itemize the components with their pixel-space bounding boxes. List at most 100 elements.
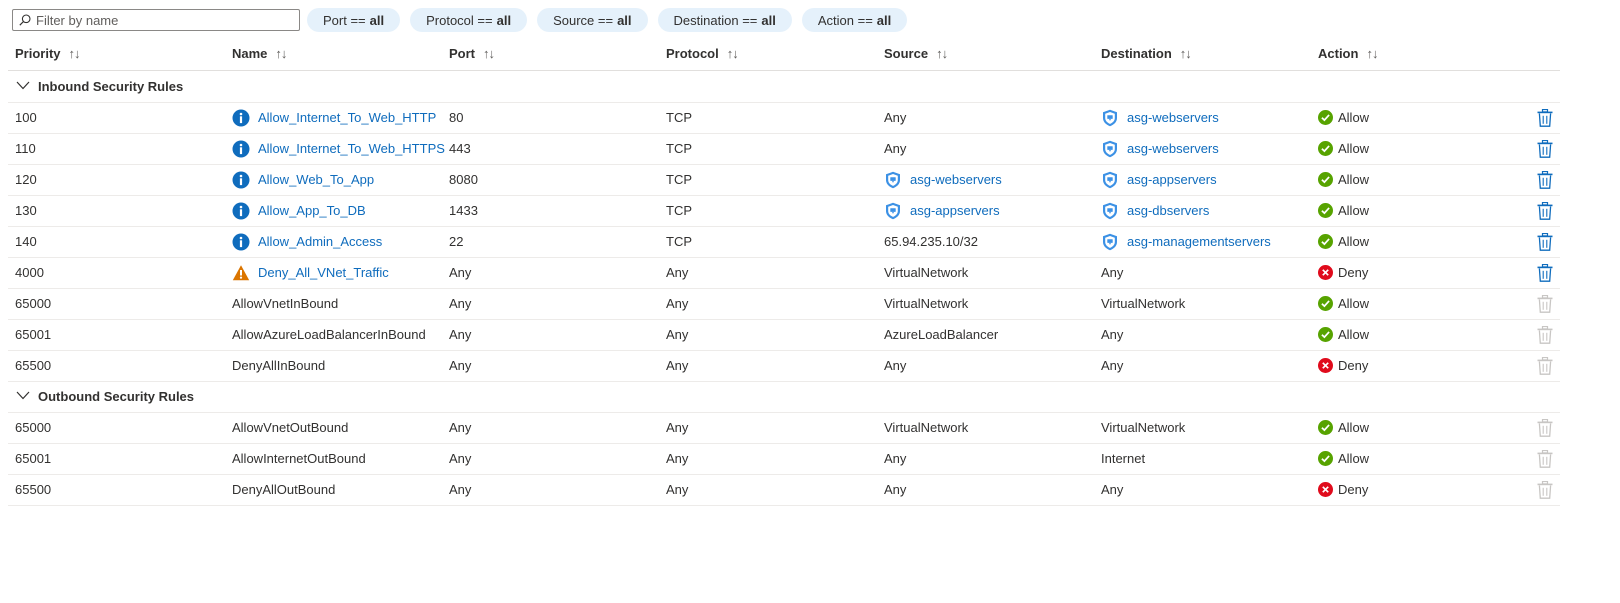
- group-header-outbound[interactable]: Outbound Security Rules: [8, 381, 1560, 413]
- warning-icon[interactable]: [232, 264, 250, 282]
- destination-value: VirtualNetwork: [1101, 296, 1186, 311]
- destination-asg-link[interactable]: asg-webservers: [1127, 141, 1219, 156]
- info-icon[interactable]: [232, 202, 250, 220]
- table-row[interactable]: 65001 AllowAzureLoadBalancerInBound Any Any…: [8, 319, 1560, 351]
- destination-asg-link[interactable]: asg-webservers: [1127, 110, 1219, 125]
- pill-label: Destination ==: [673, 12, 758, 28]
- sort-icon[interactable]: ↑↓: [1366, 46, 1378, 61]
- destination-cell: VirtualNetwork: [1101, 288, 1185, 319]
- source-cell: Any: [884, 102, 906, 133]
- protocol-filter-pill[interactable]: Protocol == all: [410, 8, 528, 32]
- destination-asg-link[interactable]: asg-managementservers: [1127, 234, 1271, 249]
- filter-search-box[interactable]: [12, 9, 300, 31]
- source-cell: asg-webservers: [884, 164, 1002, 195]
- rule-name-link[interactable]: Allow_Admin_Access: [258, 234, 382, 249]
- trash-icon[interactable]: [1537, 263, 1553, 282]
- trash-icon[interactable]: [1537, 232, 1553, 251]
- table-row[interactable]: 65001 AllowInternetOutBound Any Any Any Inter…: [8, 443, 1560, 475]
- trash-icon[interactable]: [1537, 170, 1553, 189]
- sort-icon[interactable]: ↑↓: [275, 46, 287, 61]
- priority-value: 65500: [15, 358, 52, 373]
- filter-by-name-input[interactable]: [36, 12, 286, 28]
- source-asg-link[interactable]: asg-webservers: [910, 172, 1002, 187]
- sort-icon[interactable]: ↑↓: [483, 46, 495, 61]
- delete-rule-button[interactable]: [1537, 102, 1553, 133]
- destination-cell: asg-managementservers: [1101, 226, 1271, 257]
- rule-name-link[interactable]: Allow_Internet_To_Web_HTTPS: [258, 141, 445, 156]
- sort-icon[interactable]: ↑↓: [727, 46, 739, 61]
- priority-cell: 65001: [15, 319, 51, 350]
- source-asg-link[interactable]: asg-appservers: [910, 203, 1000, 218]
- table-row[interactable]: 65000 AllowVnetInBound Any Any VirtualNetwor…: [8, 288, 1560, 320]
- asg-shield-icon: [1101, 233, 1119, 251]
- column-header-priority[interactable]: Priority ↑↓: [15, 37, 81, 70]
- column-header-port[interactable]: Port ↑↓: [449, 37, 495, 70]
- rule-name: AllowInternetOutBound: [232, 451, 366, 466]
- delete-rule-button[interactable]: [1537, 195, 1553, 226]
- column-header-source[interactable]: Source ↑↓: [884, 37, 948, 70]
- source-value: VirtualNetwork: [884, 296, 969, 311]
- table-row[interactable]: 130 Allow_App_To_DB 1433 TCP asg-appservers a…: [8, 195, 1560, 227]
- table-row[interactable]: 100 Allow_Internet_To_Web_HTTP 80 TCP Any asg…: [8, 102, 1560, 134]
- sort-icon[interactable]: ↑↓: [1180, 46, 1192, 61]
- trash-icon: [1537, 480, 1553, 499]
- port-cell: Any: [449, 288, 471, 319]
- protocol-cell: TCP: [666, 226, 692, 257]
- column-header-name[interactable]: Name ↑↓: [232, 37, 287, 70]
- port-value: Any: [449, 265, 472, 280]
- delete-rule-button[interactable]: [1537, 226, 1553, 257]
- info-icon[interactable]: [232, 233, 250, 251]
- table-row[interactable]: 65500 DenyAllOutBound Any Any Any Any Deny: [8, 474, 1560, 506]
- info-icon[interactable]: [232, 140, 250, 158]
- destination-cell: asg-webservers: [1101, 133, 1219, 164]
- table-row[interactable]: 120 Allow_Web_To_App 8080 TCP asg-webservers…: [8, 164, 1560, 196]
- sort-icon[interactable]: ↑↓: [936, 46, 948, 61]
- sort-icon[interactable]: ↑↓: [69, 46, 81, 61]
- pill-value: all: [369, 12, 385, 28]
- trash-icon[interactable]: [1537, 139, 1553, 158]
- name-cell: DenyAllInBound: [232, 350, 325, 381]
- protocol-cell: Any: [666, 350, 688, 381]
- port-cell: Any: [449, 257, 471, 288]
- destination-filter-pill[interactable]: Destination == all: [657, 8, 792, 32]
- port-filter-pill[interactable]: Port == all: [307, 8, 401, 32]
- port-cell: Any: [449, 350, 471, 381]
- column-header-destination[interactable]: Destination ↑↓: [1101, 37, 1192, 70]
- info-icon[interactable]: [232, 171, 250, 189]
- table-row[interactable]: 110 Allow_Internet_To_Web_HTTPS 443 TCP Any a…: [8, 133, 1560, 165]
- priority-value: 4000: [15, 265, 44, 280]
- delete-rule-button[interactable]: [1537, 133, 1553, 164]
- rule-name-link[interactable]: Allow_Internet_To_Web_HTTP: [258, 110, 436, 125]
- destination-asg-link[interactable]: asg-appservers: [1127, 172, 1217, 187]
- rule-name-link[interactable]: Deny_All_VNet_Traffic: [258, 265, 389, 280]
- trash-icon[interactable]: [1537, 201, 1553, 220]
- port-value: Any: [449, 327, 472, 342]
- source-cell: Any: [884, 350, 906, 381]
- group-header-inbound[interactable]: Inbound Security Rules: [8, 71, 1560, 103]
- destination-asg-link[interactable]: asg-dbservers: [1127, 203, 1209, 218]
- source-cell: 65.94.235.10/32: [884, 226, 978, 257]
- info-icon[interactable]: [232, 109, 250, 127]
- column-header-action[interactable]: Action ↑↓: [1318, 37, 1378, 70]
- rule-name-link[interactable]: Allow_App_To_DB: [258, 203, 366, 218]
- action-filter-pill[interactable]: Action == all: [801, 8, 908, 32]
- rule-name-link[interactable]: Allow_Web_To_App: [258, 172, 374, 187]
- table-row[interactable]: 65000 AllowVnetOutBound Any Any VirtualNetwo…: [8, 412, 1560, 444]
- chevron-down-icon[interactable]: [16, 391, 30, 400]
- table-row[interactable]: 140 Allow_Admin_Access 22 TCP 65.94.235.10/3…: [8, 226, 1560, 258]
- table-header: Priority ↑↓ Name ↑↓ Port ↑↓ Protocol ↑↓ Sour…: [8, 37, 1560, 71]
- priority-cell: 65000: [15, 412, 51, 443]
- port-cell: 22: [449, 226, 463, 257]
- trash-icon[interactable]: [1537, 108, 1553, 127]
- chevron-down-icon[interactable]: [16, 81, 30, 90]
- port-cell: 1433: [449, 195, 478, 226]
- rule-name: AllowVnetInBound: [232, 296, 339, 311]
- column-header-protocol[interactable]: Protocol ↑↓: [666, 37, 739, 70]
- delete-rule-button[interactable]: [1537, 257, 1553, 288]
- source-filter-pill[interactable]: Source == all: [537, 8, 648, 32]
- table-row[interactable]: 4000 Deny_All_VNet_Traffic Any Any VirtualNe…: [8, 257, 1560, 289]
- delete-rule-button[interactable]: [1537, 164, 1553, 195]
- action-value: Allow: [1338, 172, 1370, 187]
- table-row[interactable]: 65500 DenyAllInBound Any Any Any Any Deny: [8, 350, 1560, 382]
- source-value: Any: [884, 358, 907, 373]
